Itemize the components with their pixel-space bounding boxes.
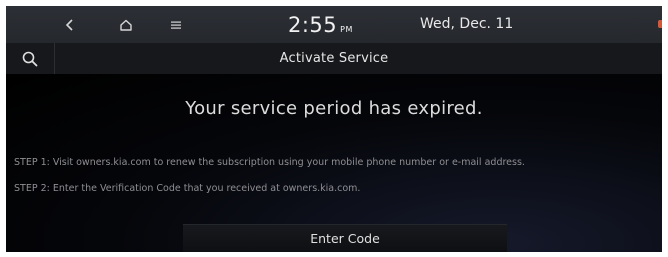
search-button[interactable] <box>6 43 55 74</box>
menu-icon[interactable] <box>165 6 187 43</box>
step-1-text: STEP 1: Visit owners.kia.com to renew th… <box>14 157 525 168</box>
back-icon[interactable] <box>58 6 82 43</box>
title-bar: Activate Service <box>6 43 662 74</box>
clock-time: 2:55 <box>288 13 338 37</box>
status-indicator-icon <box>658 20 662 28</box>
date-label: Wed, Dec. 11 <box>420 16 514 32</box>
home-icon[interactable] <box>114 6 138 43</box>
expired-message: Your service period has expired. <box>185 98 483 119</box>
step-2-text: STEP 2: Enter the Verification Code that… <box>14 183 361 194</box>
clock-ampm: PM <box>340 25 353 34</box>
page-title: Activate Service <box>279 51 389 66</box>
head-unit-screen: 2:55 PM Wed, Dec. 11 Activate Service You… <box>6 6 662 252</box>
main-content: Your service period has expired. STEP 1:… <box>6 74 662 252</box>
search-icon <box>22 51 38 66</box>
status-bar: 2:55 PM Wed, Dec. 11 <box>6 6 662 43</box>
clock: 2:55 PM <box>288 13 353 37</box>
enter-code-button[interactable]: Enter Code <box>183 224 507 252</box>
